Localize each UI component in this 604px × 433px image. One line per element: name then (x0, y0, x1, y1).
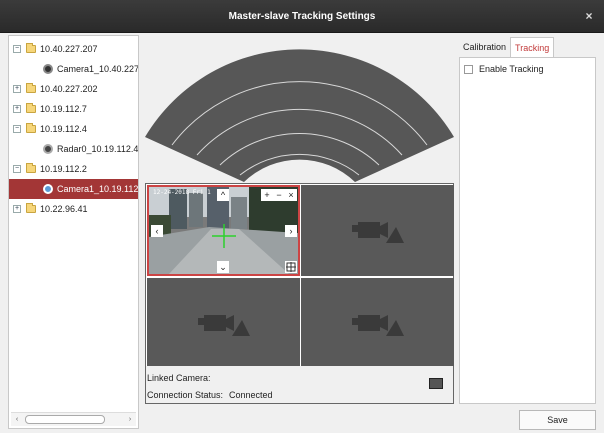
tree-item-label: 10.40.227.202 (40, 84, 98, 94)
expand-icon[interactable]: + (13, 105, 21, 113)
camera-icon (43, 64, 53, 74)
radar-fan-sector (145, 49, 454, 182)
folder-icon (26, 123, 36, 133)
title-bar: Master-slave Tracking Settings × (0, 0, 604, 33)
no-video-camera-icon (197, 314, 250, 336)
connection-status-value: Connected (229, 390, 273, 400)
video-cell-1[interactable]: 12-24-2018 Fri 1 ^ + − × ‹ › ⌄ (147, 185, 300, 276)
fullscreen-icon[interactable] (285, 261, 297, 273)
device-tree: − 10.40.227.207 Camera1_10.40.227 + 10.4… (9, 36, 138, 408)
collapse-icon[interactable]: − (13, 125, 21, 133)
tree-item-radar0[interactable]: Radar0_10.19.112.4 (9, 139, 138, 159)
link-info-panel: Linked Camera: Connection Status: Connec… (145, 366, 454, 404)
scroll-left-icon[interactable]: ‹ (11, 416, 23, 423)
tree-item-label: 10.19.112.4 (40, 124, 87, 134)
zoom-in-button[interactable]: + (261, 189, 273, 201)
folder-icon (26, 163, 36, 173)
tree-item-10-19-112-7[interactable]: + 10.19.112.7 (9, 99, 138, 119)
expand-icon[interactable]: + (13, 205, 21, 213)
tree-item-10-22-96-41[interactable]: + 10.22.96.41 (9, 199, 138, 219)
scroll-thumb[interactable] (25, 415, 105, 424)
tree-item-label: 10.22.96.41 (40, 204, 88, 214)
no-video-camera-icon (351, 314, 404, 336)
ptz-down-button[interactable]: ⌄ (217, 261, 229, 273)
enable-tracking-label: Enable Tracking (479, 64, 544, 74)
ptz-up-button[interactable]: ^ (217, 189, 229, 201)
tree-item-10-19-112-2[interactable]: − 10.19.112.2 (9, 159, 138, 179)
tracking-tab-body: Enable Tracking (459, 57, 596, 404)
video-cell-4[interactable] (301, 278, 454, 369)
video-cell-2[interactable] (301, 185, 454, 276)
tab-tracking[interactable]: Tracking (510, 37, 555, 57)
ptz-right-button[interactable]: › (285, 225, 297, 237)
zoom-out-button[interactable]: − (273, 189, 285, 201)
linked-camera-label: Linked Camera: (147, 373, 211, 383)
video-cell-3[interactable] (147, 278, 300, 369)
tree-item-label: 10.40.227.207 (40, 44, 98, 54)
tree-item-10-40-227-207[interactable]: − 10.40.227.207 (9, 39, 138, 59)
screen-layout-icon[interactable] (429, 378, 443, 389)
save-button[interactable]: Save (519, 410, 596, 430)
window-title: Master-slave Tracking Settings (228, 10, 376, 22)
tree-item-10-19-112-4[interactable]: − 10.19.112.4 (9, 119, 138, 139)
no-video-camera-icon (351, 221, 404, 243)
folder-icon (26, 203, 36, 213)
collapse-icon[interactable]: − (13, 45, 21, 53)
camera-icon (43, 184, 53, 194)
radar-icon (43, 144, 53, 154)
tree-item-camera1-10-40-227[interactable]: Camera1_10.40.227 (9, 59, 138, 79)
connection-status-label: Connection Status: (147, 390, 224, 400)
folder-icon (26, 43, 36, 53)
tree-item-10-40-227-202[interactable]: + 10.40.227.202 (9, 79, 138, 99)
folder-icon (26, 103, 36, 113)
tree-item-label: 10.19.112.7 (40, 104, 87, 114)
expand-icon[interactable]: + (13, 85, 21, 93)
osd-timestamp: 12-24-2018 Fri 1 (153, 189, 211, 196)
settings-tabs: Calibration Tracking (459, 37, 555, 57)
tree-item-label: 10.19.112.2 (40, 164, 87, 174)
close-view-button[interactable]: × (285, 189, 297, 201)
enable-tracking-checkbox[interactable]: Enable Tracking (464, 64, 544, 74)
folder-icon (26, 83, 36, 93)
tree-item-label: Radar0_10.19.112.4 (57, 144, 138, 154)
radar-coverage-fan (145, 49, 454, 182)
tree-item-camera1-10-19-112[interactable]: Camera1_10.19.112 (9, 179, 138, 199)
horizontal-scrollbar[interactable]: ‹ › (11, 412, 136, 426)
ptz-left-button[interactable]: ‹ (151, 225, 163, 237)
collapse-icon[interactable]: − (13, 165, 21, 173)
tree-item-label: Camera1_10.40.227 (57, 64, 138, 74)
tree-item-label: Camera1_10.19.112 (57, 184, 138, 194)
settings-panel: Calibration Tracking Enable Tracking (459, 37, 596, 404)
close-icon[interactable]: × (582, 9, 596, 23)
tab-calibration[interactable]: Calibration (459, 37, 510, 57)
checkbox-box[interactable] (464, 64, 473, 74)
scroll-right-icon[interactable]: › (124, 416, 136, 423)
device-tree-panel: − 10.40.227.207 Camera1_10.40.227 + 10.4… (8, 35, 139, 429)
